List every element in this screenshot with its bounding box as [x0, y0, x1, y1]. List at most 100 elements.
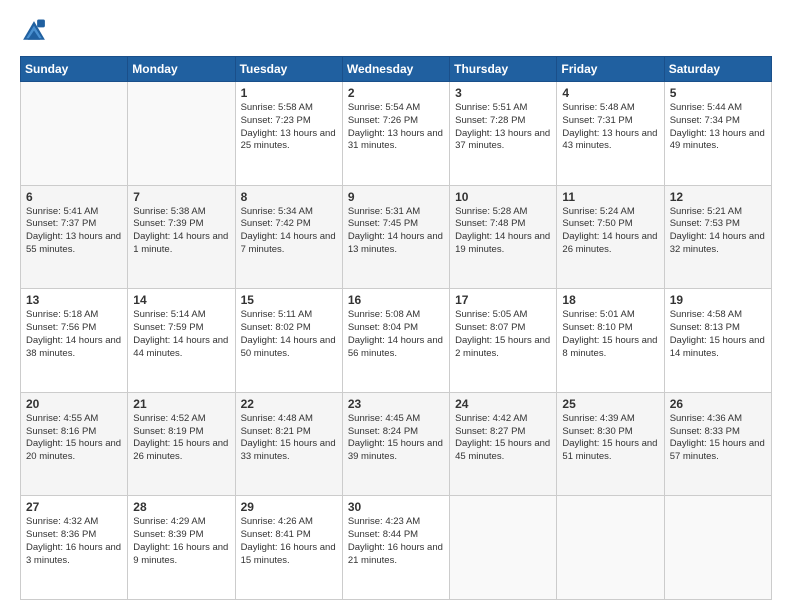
day-info: Sunrise: 4:36 AM Sunset: 8:33 PM Dayligh…: [670, 413, 766, 464]
table-row: 20 Sunrise: 4:55 AM Sunset: 8:16 PM Dayli…: [21, 392, 128, 496]
calendar-week-row: 27 Sunrise: 4:32 AM Sunset: 8:36 PM Dayli…: [21, 496, 772, 600]
day-number: 3: [455, 86, 551, 100]
calendar-week-row: 6 Sunrise: 5:41 AM Sunset: 7:37 PM Daylig…: [21, 185, 772, 289]
day-info: Sunrise: 5:41 AM Sunset: 7:37 PM Dayligh…: [26, 206, 122, 257]
table-row: 30Sunrise: 4:23 AM Sunset: 8:44 PM Dayli…: [342, 496, 449, 600]
table-row: 8 Sunrise: 5:34 AM Sunset: 7:42 PM Daylig…: [235, 185, 342, 289]
day-info: Sunrise: 5:51 AM Sunset: 7:28 PM Dayligh…: [455, 102, 551, 153]
logo-icon: [20, 18, 48, 46]
col-tuesday: Tuesday: [235, 57, 342, 82]
day-number: 9: [348, 190, 444, 204]
table-row: 28 Sunrise: 4:29 AM Sunset: 8:39 PM Dayli…: [128, 496, 235, 600]
day-number: 15: [241, 293, 337, 307]
day-info: Sunrise: 5:11 AM Sunset: 8:02 PM Dayligh…: [241, 309, 337, 360]
day-number: 5: [670, 86, 766, 100]
day-number: 24: [455, 397, 551, 411]
day-number: 4: [562, 86, 658, 100]
col-sunday: Sunday: [21, 57, 128, 82]
day-number: 8: [241, 190, 337, 204]
table-row: 5Sunrise: 5:44 AM Sunset: 7:34 PM Daylig…: [664, 82, 771, 186]
day-info: Sunrise: 5:28 AM Sunset: 7:48 PM Dayligh…: [455, 206, 551, 257]
table-row: 11Sunrise: 5:24 AM Sunset: 7:50 PM Dayli…: [557, 185, 664, 289]
table-row: [557, 496, 664, 600]
day-info: Sunrise: 4:55 AM Sunset: 8:16 PM Dayligh…: [26, 413, 122, 464]
day-info: Sunrise: 5:54 AM Sunset: 7:26 PM Dayligh…: [348, 102, 444, 153]
table-row: 19 Sunrise: 4:58 AM Sunset: 8:13 PM Dayli…: [664, 289, 771, 393]
day-info: Sunrise: 4:26 AM Sunset: 8:41 PM Dayligh…: [241, 516, 337, 567]
day-info: Sunrise: 5:34 AM Sunset: 7:42 PM Dayligh…: [241, 206, 337, 257]
calendar-header-row: Sunday Monday Tuesday Wednesday Thursday…: [21, 57, 772, 82]
table-row: 15 Sunrise: 5:11 AM Sunset: 8:02 PM Dayli…: [235, 289, 342, 393]
table-row: [21, 82, 128, 186]
table-row: [664, 496, 771, 600]
header: [20, 18, 772, 46]
table-row: 16 Sunrise: 5:08 AM Sunset: 8:04 PM Dayli…: [342, 289, 449, 393]
table-row: 7 Sunrise: 5:38 AM Sunset: 7:39 PM Daylig…: [128, 185, 235, 289]
col-wednesday: Wednesday: [342, 57, 449, 82]
table-row: 23 Sunrise: 4:45 AM Sunset: 8:24 PM Dayli…: [342, 392, 449, 496]
logo: [20, 18, 52, 46]
day-number: 1: [241, 86, 337, 100]
day-info: Sunrise: 4:32 AM Sunset: 8:36 PM Dayligh…: [26, 516, 122, 567]
table-row: 27 Sunrise: 4:32 AM Sunset: 8:36 PM Dayli…: [21, 496, 128, 600]
table-row: 14 Sunrise: 5:14 AM Sunset: 7:59 PM Dayli…: [128, 289, 235, 393]
day-info: Sunrise: 4:48 AM Sunset: 8:21 PM Dayligh…: [241, 413, 337, 464]
day-info: Sunrise: 4:42 AM Sunset: 8:27 PM Dayligh…: [455, 413, 551, 464]
table-row: 10Sunrise: 5:28 AM Sunset: 7:48 PM Dayli…: [450, 185, 557, 289]
day-number: 22: [241, 397, 337, 411]
day-info: Sunrise: 4:52 AM Sunset: 8:19 PM Dayligh…: [133, 413, 229, 464]
day-info: Sunrise: 4:45 AM Sunset: 8:24 PM Dayligh…: [348, 413, 444, 464]
day-info: Sunrise: 4:39 AM Sunset: 8:30 PM Dayligh…: [562, 413, 658, 464]
day-number: 14: [133, 293, 229, 307]
day-info: Sunrise: 5:58 AM Sunset: 7:23 PM Dayligh…: [241, 102, 337, 153]
table-row: 18 Sunrise: 5:01 AM Sunset: 8:10 PM Dayli…: [557, 289, 664, 393]
calendar-week-row: 20 Sunrise: 4:55 AM Sunset: 8:16 PM Dayli…: [21, 392, 772, 496]
table-row: [450, 496, 557, 600]
day-number: 19: [670, 293, 766, 307]
calendar-week-row: 1 Sunrise: 5:58 AM Sunset: 7:23 PM Daylig…: [21, 82, 772, 186]
day-number: 6: [26, 190, 122, 204]
table-row: 13Sunrise: 5:18 AM Sunset: 7:56 PM Dayli…: [21, 289, 128, 393]
table-row: 6 Sunrise: 5:41 AM Sunset: 7:37 PM Daylig…: [21, 185, 128, 289]
day-number: 23: [348, 397, 444, 411]
col-thursday: Thursday: [450, 57, 557, 82]
table-row: 21Sunrise: 4:52 AM Sunset: 8:19 PM Dayli…: [128, 392, 235, 496]
col-friday: Friday: [557, 57, 664, 82]
day-number: 26: [670, 397, 766, 411]
day-info: Sunrise: 5:08 AM Sunset: 8:04 PM Dayligh…: [348, 309, 444, 360]
day-number: 18: [562, 293, 658, 307]
table-row: 26 Sunrise: 4:36 AM Sunset: 8:33 PM Dayli…: [664, 392, 771, 496]
day-info: Sunrise: 5:38 AM Sunset: 7:39 PM Dayligh…: [133, 206, 229, 257]
table-row: 22 Sunrise: 4:48 AM Sunset: 8:21 PM Dayli…: [235, 392, 342, 496]
day-number: 7: [133, 190, 229, 204]
day-number: 20: [26, 397, 122, 411]
col-saturday: Saturday: [664, 57, 771, 82]
day-number: 2: [348, 86, 444, 100]
day-info: Sunrise: 4:58 AM Sunset: 8:13 PM Dayligh…: [670, 309, 766, 360]
page: Sunday Monday Tuesday Wednesday Thursday…: [0, 0, 792, 612]
table-row: 4 Sunrise: 5:48 AM Sunset: 7:31 PM Daylig…: [557, 82, 664, 186]
calendar-table: Sunday Monday Tuesday Wednesday Thursday…: [20, 56, 772, 600]
day-number: 12: [670, 190, 766, 204]
table-row: 24 Sunrise: 4:42 AM Sunset: 8:27 PM Dayli…: [450, 392, 557, 496]
table-row: 25 Sunrise: 4:39 AM Sunset: 8:30 PM Dayli…: [557, 392, 664, 496]
day-number: 11: [562, 190, 658, 204]
table-row: 1 Sunrise: 5:58 AM Sunset: 7:23 PM Daylig…: [235, 82, 342, 186]
calendar-week-row: 13Sunrise: 5:18 AM Sunset: 7:56 PM Dayli…: [21, 289, 772, 393]
day-number: 16: [348, 293, 444, 307]
table-row: 29Sunrise: 4:26 AM Sunset: 8:41 PM Dayli…: [235, 496, 342, 600]
table-row: 17 Sunrise: 5:05 AM Sunset: 8:07 PM Dayli…: [450, 289, 557, 393]
table-row: 3 Sunrise: 5:51 AM Sunset: 7:28 PM Daylig…: [450, 82, 557, 186]
table-row: 12 Sunrise: 5:21 AM Sunset: 7:53 PM Dayli…: [664, 185, 771, 289]
day-number: 27: [26, 500, 122, 514]
day-info: Sunrise: 5:05 AM Sunset: 8:07 PM Dayligh…: [455, 309, 551, 360]
day-number: 30: [348, 500, 444, 514]
day-info: Sunrise: 5:01 AM Sunset: 8:10 PM Dayligh…: [562, 309, 658, 360]
day-info: Sunrise: 4:29 AM Sunset: 8:39 PM Dayligh…: [133, 516, 229, 567]
day-info: Sunrise: 5:21 AM Sunset: 7:53 PM Dayligh…: [670, 206, 766, 257]
day-number: 28: [133, 500, 229, 514]
day-number: 25: [562, 397, 658, 411]
day-info: Sunrise: 5:14 AM Sunset: 7:59 PM Dayligh…: [133, 309, 229, 360]
day-number: 17: [455, 293, 551, 307]
day-info: Sunrise: 5:48 AM Sunset: 7:31 PM Dayligh…: [562, 102, 658, 153]
